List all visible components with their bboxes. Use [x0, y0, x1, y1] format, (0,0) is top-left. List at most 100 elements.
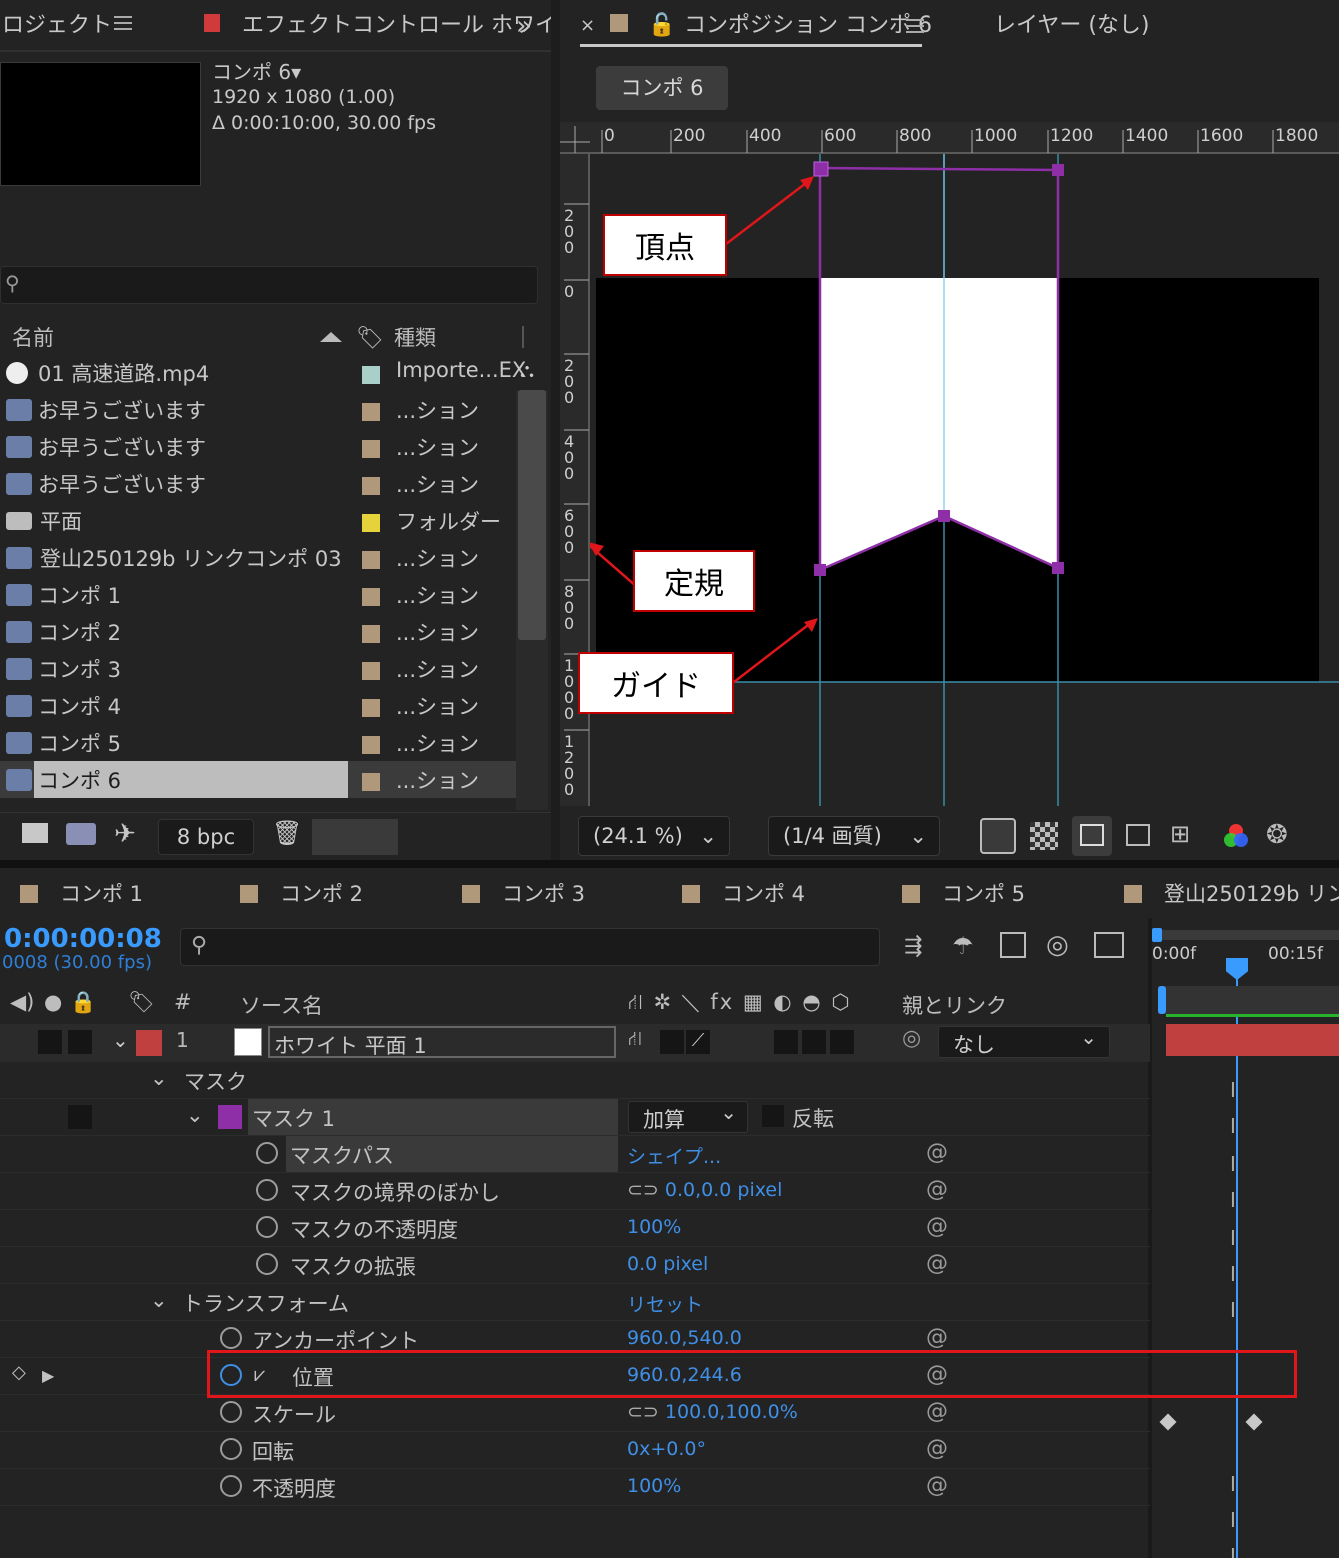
tab-comp-1[interactable]: コンポ 1 [20, 872, 143, 916]
resolution-dropdown[interactable]: (1/4 画質) ⌄ [768, 816, 940, 856]
exposure-reset-icon[interactable]: ❂ [1266, 820, 1288, 850]
scrollbar-track[interactable] [516, 390, 548, 810]
keyframe-diamond[interactable] [1245, 1413, 1263, 1431]
expression-pickwhip-icon[interactable]: @ [926, 1436, 948, 1461]
video-toggle[interactable] [38, 1030, 62, 1054]
property-group-masks[interactable]: ⌄ マスク [0, 1062, 1150, 1099]
stopwatch-icon[interactable] [256, 1253, 278, 1275]
property-value[interactable]: ⊂⊃ 100.0,100.0% [627, 1401, 798, 1423]
mask-visibility-toggle[interactable] [1072, 816, 1112, 856]
tab-layer[interactable]: レイヤー (なし) [994, 0, 1150, 52]
work-area-start-handle[interactable] [1152, 928, 1162, 942]
label-swatch[interactable] [362, 699, 380, 717]
label-swatch[interactable] [362, 736, 380, 754]
solo-icon[interactable]: ● [44, 990, 62, 1014]
property-value[interactable]: 100% [627, 1216, 681, 1238]
list-item[interactable]: コンポ 5 ...ション [0, 724, 516, 761]
list-item[interactable]: お早うございます ...ション [0, 428, 516, 465]
expression-pickwhip-icon[interactable]: @ [926, 1251, 948, 1276]
property-value[interactable]: ⊂⊃ 0.0,0.0 pixel [627, 1179, 782, 1201]
property-row[interactable]: マスクの拡張 0.0 pixel @ [0, 1247, 1150, 1284]
constrain-link-icon[interactable]: ⊂⊃ [627, 1401, 665, 1423]
property-value[interactable]: シェイプ... [627, 1142, 721, 1169]
region-of-interest-icon[interactable] [1126, 824, 1150, 846]
tab-comp-3[interactable]: コンポ 3 [462, 872, 585, 916]
property-group-transform[interactable]: ⌄ トランスフォーム リセット [0, 1284, 1150, 1321]
more-tabs-icon[interactable]: » [516, 0, 532, 52]
label-swatch[interactable] [362, 588, 380, 606]
mask-vertex[interactable] [938, 510, 950, 522]
switch-box[interactable] [774, 1030, 798, 1054]
mask-vertex[interactable] [814, 564, 826, 576]
chevron-down-icon[interactable]: ⌄ [186, 1103, 204, 1127]
column-parent-link[interactable]: 親とリンク [902, 990, 1007, 1020]
chevron-down-icon[interactable]: ⌄ [150, 1288, 168, 1312]
switch-box[interactable] [660, 1030, 684, 1054]
mask-vertex[interactable] [813, 161, 829, 177]
list-item[interactable]: コンポ 2 ...ション [0, 613, 516, 650]
mask-color-swatch[interactable] [218, 1105, 242, 1129]
expression-pickwhip-icon[interactable]: @ [926, 1473, 948, 1498]
tab-comp-2[interactable]: コンポ 2 [240, 872, 363, 916]
lock-icon[interactable]: 🔒 [70, 990, 96, 1015]
graph-editor-icon[interactable] [1094, 932, 1124, 958]
pick-whip-icon[interactable]: ◎ [902, 1026, 921, 1051]
mask-name-field[interactable]: マスク 1 [248, 1099, 618, 1135]
column-source-name[interactable]: ソース名 [240, 990, 323, 1020]
transparency-grid-icon[interactable] [1030, 822, 1058, 850]
current-time-display[interactable]: 0:00:00:08 [4, 924, 162, 954]
property-value[interactable]: 960.0,540.0 [627, 1327, 742, 1349]
layer-row[interactable]: ⌄ 1 ホワイト 平面 1 ⛙ ⟋ ◎ なし ⌄ [0, 1024, 1150, 1062]
stopwatch-icon[interactable] [256, 1216, 278, 1238]
label-tag-icon[interactable]: 🏷 [356, 326, 384, 351]
layer-label-color[interactable] [136, 1030, 162, 1056]
motion-blur-icon[interactable]: ◎ [1046, 930, 1069, 960]
stopwatch-icon[interactable] [220, 1327, 242, 1349]
property-row[interactable]: マスクパス シェイプ... @ [0, 1136, 1150, 1173]
comp-flowchart-button[interactable]: コンポ 6 [596, 66, 728, 110]
expression-pickwhip-icon[interactable]: @ [926, 1325, 948, 1350]
label-tag-icon[interactable]: 🏷 [128, 990, 155, 1015]
constrain-link-icon[interactable]: ⊂⊃ [627, 1179, 665, 1201]
property-row[interactable]: 不透明度 100% @ [0, 1469, 1150, 1506]
sort-asc-icon[interactable] [320, 332, 342, 342]
label-swatch[interactable] [362, 440, 380, 458]
property-row[interactable]: 回転 0x+0.0° @ [0, 1432, 1150, 1469]
new-composition-icon[interactable] [66, 823, 96, 845]
chevron-down-icon[interactable]: ⌄ [150, 1066, 168, 1090]
list-item[interactable]: 01 高速道路.mp4 Importe...EX ⛬ [0, 354, 534, 391]
bit-depth-button[interactable]: 8 bpc [158, 819, 254, 855]
column-name[interactable]: 名前 [12, 320, 54, 356]
switch-box[interactable] [802, 1030, 826, 1054]
expression-pickwhip-icon[interactable]: @ [926, 1399, 948, 1424]
stopwatch-icon[interactable] [220, 1438, 242, 1460]
play-arrow-icon[interactable]: ▶ [42, 1366, 54, 1385]
reset-link[interactable]: リセット [627, 1290, 703, 1317]
tab-effect-controls[interactable]: エフェクトコントロール ホワイト [242, 0, 551, 52]
render-queue-icon[interactable]: ✈ [114, 819, 136, 849]
property-row[interactable]: スケール ⊂⊃ 100.0,100.0% @ [0, 1395, 1150, 1432]
quality-switch-icon[interactable]: ⟋ [686, 1030, 710, 1054]
stopwatch-icon[interactable] [220, 1401, 242, 1423]
label-swatch[interactable] [362, 773, 380, 791]
invert-checkbox[interactable] [762, 1105, 784, 1127]
label-swatch[interactable] [362, 625, 380, 643]
audio-video-icon[interactable]: ◀) [10, 990, 34, 1014]
property-row[interactable]: マスクの境界のぼかし ⊂⊃ 0.0,0.0 pixel @ [0, 1173, 1150, 1210]
expression-pickwhip-icon[interactable]: @ [926, 1177, 948, 1202]
stopwatch-icon[interactable] [220, 1475, 242, 1497]
stopwatch-icon[interactable] [256, 1179, 278, 1201]
fast-preview-icon[interactable] [980, 818, 1016, 854]
list-item[interactable]: コンポ 4 ...ション [0, 687, 516, 724]
shy-layers-icon[interactable]: ☂ [952, 932, 974, 960]
timeline-track-area[interactable]: 0:00f 00:15f I I I I I I I I I I [1152, 924, 1339, 1558]
tab-project[interactable]: ロジェクト [2, 0, 112, 52]
mask-mode-dropdown[interactable]: 加算 ⌄ [628, 1100, 748, 1133]
list-item[interactable]: 平面 フォルダー [0, 502, 516, 539]
comp-name-info[interactable]: コンポ 6▾ [212, 56, 301, 85]
property-row[interactable]: マスクの不透明度 100% @ [0, 1210, 1150, 1247]
parent-dropdown[interactable]: なし ⌄ [938, 1025, 1110, 1058]
list-item[interactable]: お早うございます ...ション [0, 391, 516, 428]
layer-bar[interactable] [1166, 1024, 1339, 1056]
property-value[interactable]: 0.0 pixel [627, 1253, 708, 1275]
